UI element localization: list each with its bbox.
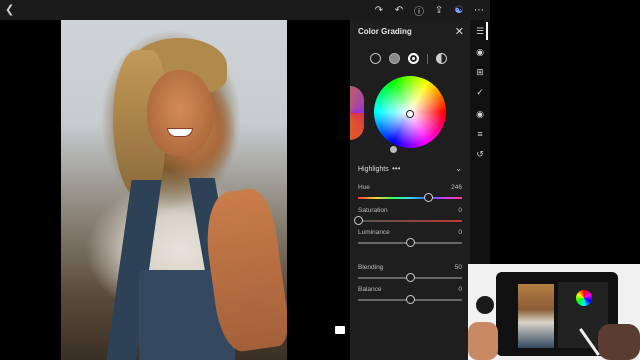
panel-header: Color Grading ✕	[350, 20, 470, 44]
chevron-down-icon[interactable]: ⌄	[455, 164, 462, 173]
redo-icon[interactable]: ↷	[372, 3, 386, 17]
shadows-icon[interactable]	[389, 53, 400, 64]
picture-in-picture-video	[468, 264, 640, 360]
camera-lens	[476, 296, 494, 314]
hue-label: Hue	[358, 184, 370, 191]
previous-wheel[interactable]	[350, 86, 364, 140]
luminance-thumb[interactable]	[405, 238, 415, 247]
healing-icon[interactable]: ✓	[474, 86, 486, 98]
luminance-value: 0	[458, 229, 462, 236]
right-hand	[598, 324, 640, 360]
saturation-label: Saturation	[358, 207, 388, 214]
undo-icon[interactable]: ↶	[392, 3, 406, 17]
tablet-screen-photo	[518, 284, 554, 348]
blending-value: 50	[454, 264, 462, 271]
photo	[61, 20, 287, 360]
balance-value: 0	[458, 286, 462, 293]
hue-thumb[interactable]	[424, 193, 434, 202]
hue-value: 246	[451, 184, 462, 191]
color-grading-panel: Color Grading ✕ Highlights ••• ⌄ Hue 246…	[350, 20, 470, 360]
panel-title: Color Grading	[358, 27, 412, 36]
chevron-left-icon[interactable]: ❮	[5, 3, 14, 16]
hue-track[interactable]	[358, 197, 462, 199]
mode-selector	[370, 53, 447, 64]
color-wheel-handle[interactable]	[406, 110, 414, 118]
active-indicator	[486, 22, 488, 40]
top-toolbar: ❮ ↷ ↶ ⓘ ⇪ ☯ ⋯	[0, 0, 490, 20]
compare-icon[interactable]	[335, 326, 345, 334]
photo-canvas	[0, 20, 350, 360]
section-title: Highlights	[358, 166, 389, 173]
saturation-thumb[interactable]	[353, 216, 363, 225]
saturation-value: 0	[458, 207, 462, 214]
crop-icon[interactable]: ⊞	[474, 66, 486, 78]
mode-divider	[427, 53, 428, 64]
people-icon[interactable]: ☯	[452, 3, 466, 17]
presets-icon[interactable]: ≡	[474, 128, 486, 140]
three-way-icon[interactable]	[370, 53, 381, 64]
luminance-handle[interactable]	[390, 146, 397, 153]
balance-thumb[interactable]	[405, 295, 415, 304]
masking-icon[interactable]: ◉	[474, 108, 486, 120]
help-icon[interactable]: ⓘ	[412, 3, 426, 18]
more-options-icon[interactable]: •••	[392, 164, 400, 173]
toolbar-icons: ↷ ↶ ⓘ ⇪ ☯ ⋯	[372, 2, 486, 18]
photo-face	[147, 70, 213, 156]
blending-thumb[interactable]	[405, 273, 415, 282]
history-icon[interactable]: ↺	[474, 148, 486, 160]
saturation-track[interactable]	[358, 220, 462, 222]
color-icon[interactable]: ◉	[474, 46, 486, 58]
global-icon[interactable]	[436, 53, 447, 64]
tablet-screen-wheel	[576, 290, 592, 306]
close-icon[interactable]: ✕	[455, 25, 464, 38]
more-icon[interactable]: ⋯	[472, 3, 486, 17]
left-hand	[468, 322, 498, 360]
luminance-label: Luminance	[358, 229, 390, 236]
highlights-icon[interactable]	[408, 53, 419, 64]
balance-label: Balance	[358, 286, 382, 293]
share-icon[interactable]: ⇪	[432, 3, 446, 17]
sliders-icon[interactable]: ☰	[474, 25, 486, 37]
blending-label: Blending	[358, 264, 384, 271]
